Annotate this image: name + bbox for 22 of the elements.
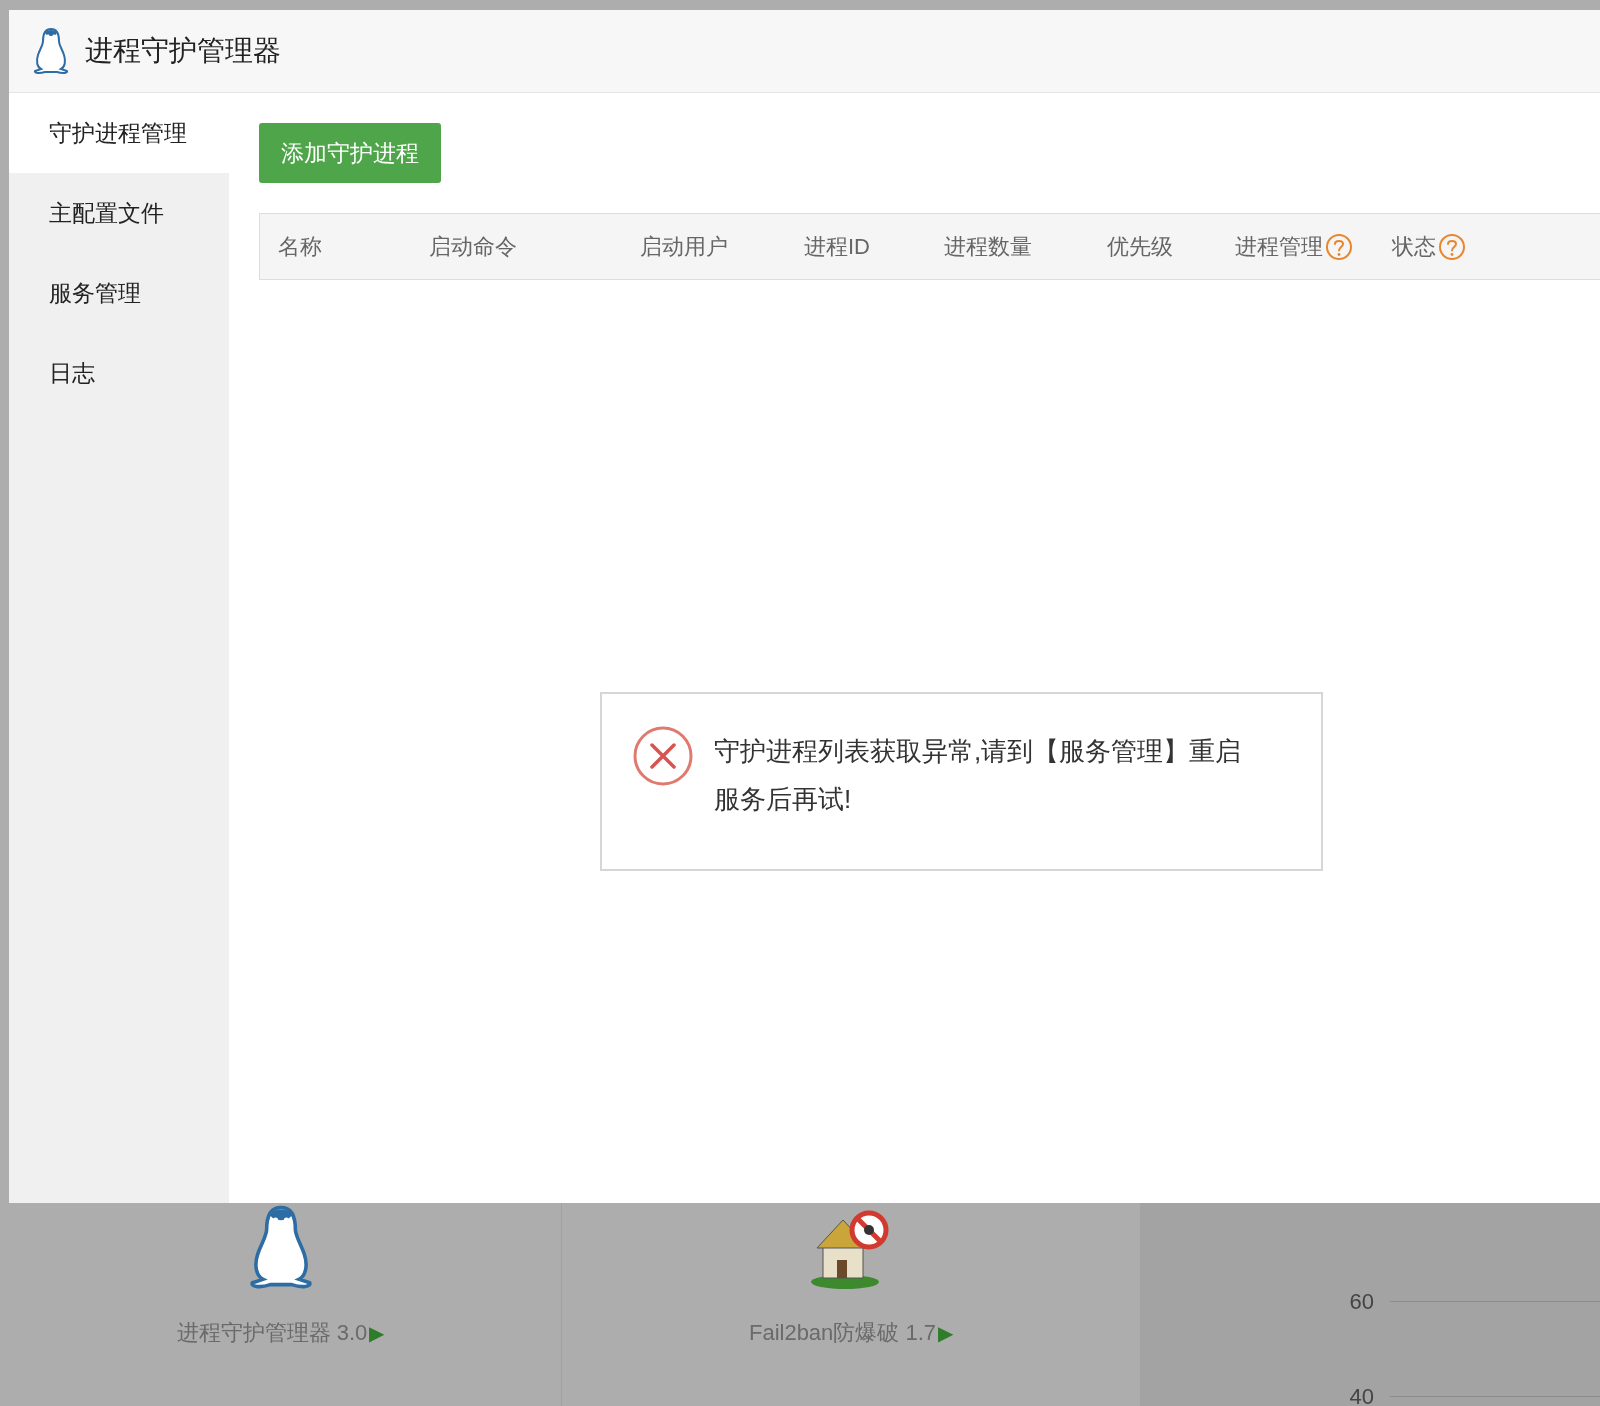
sidebar-item[interactable]: 守护进程管理 (9, 93, 229, 173)
sidebar-item[interactable]: 日志 (9, 333, 229, 413)
penguin-icon (31, 27, 71, 75)
help-icon[interactable] (1438, 232, 1466, 261)
column-header: 启动用户 (640, 233, 728, 261)
column-header: 进程管理 (1235, 233, 1323, 261)
axis-tick-label: 60 (1348, 1288, 1374, 1316)
column-header: 状态 (1392, 233, 1436, 261)
error-message: 守护进程列表获取异常,请到【服务管理】重启服务后再试! (714, 735, 1243, 816)
column-header: 启动命令 (429, 233, 517, 261)
play-arrow: ▶ (938, 1320, 954, 1346)
column-header: 优先级 (1107, 233, 1173, 261)
axis-tick-label: 40 (1348, 1383, 1374, 1406)
column-header: 进程ID (804, 233, 870, 261)
play-arrow: ▶ (369, 1320, 385, 1346)
window-title: 进程守护管理器 (85, 34, 281, 68)
column-header: 名称 (278, 233, 322, 261)
column-header: 进程数量 (944, 233, 1032, 261)
help-icon[interactable] (1325, 232, 1353, 261)
sidebar-item[interactable]: 主配置文件 (9, 173, 229, 253)
sidebar-item[interactable]: 服务管理 (9, 253, 229, 333)
error-icon (632, 725, 694, 787)
